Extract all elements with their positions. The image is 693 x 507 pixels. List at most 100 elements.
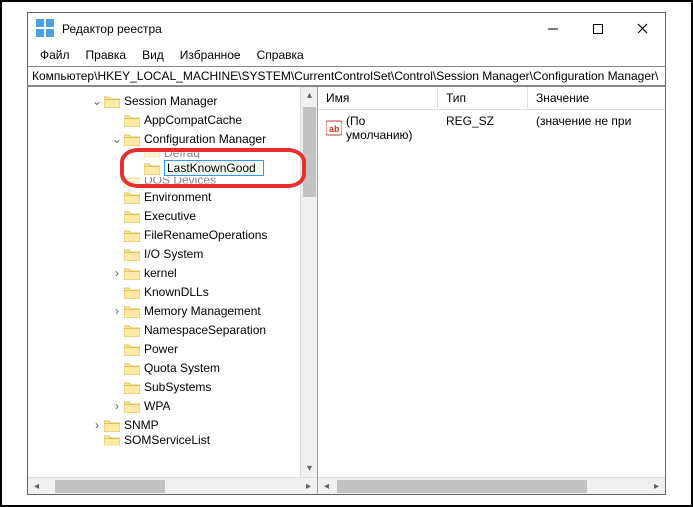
list-scrollbar-horizontal[interactable]: ◂ ▸ [318, 477, 665, 494]
scroll-thumb[interactable] [303, 107, 316, 197]
menu-help[interactable]: Справка [251, 46, 310, 64]
tree-node-configuration-manager[interactable]: ⌄ Configuration Manager [28, 129, 317, 148]
tree-node-memory-management[interactable]: › Memory Management [28, 301, 317, 320]
regsz-icon [326, 120, 342, 136]
tree-node-snmp[interactable]: › SNMP [28, 415, 317, 434]
tree-node-defrag-clipped[interactable]: Defrag [28, 148, 317, 158]
folder-icon [124, 113, 140, 127]
tree-node-kernel[interactable]: › kernel [28, 263, 317, 282]
tree-label: I/O System [144, 247, 203, 261]
maximize-button[interactable] [575, 13, 620, 44]
expand-toggle-icon[interactable]: › [110, 399, 124, 413]
expand-toggle-icon[interactable]: › [110, 304, 124, 318]
tree-node-filerenameops[interactable]: FileRenameOperations [28, 225, 317, 244]
tree-node-wpa[interactable]: › WPA [28, 396, 317, 415]
list-header: Имя Тип Значение [318, 87, 665, 110]
window-titlebar: Редактор реестра [27, 12, 666, 44]
tree-label: Quota System [144, 361, 220, 375]
expand-toggle-icon[interactable]: ⌄ [90, 94, 104, 108]
scroll-right-icon[interactable]: ▸ [300, 478, 317, 495]
scroll-left-icon[interactable]: ◂ [28, 478, 45, 495]
folder-icon [124, 342, 140, 356]
tree-node-iosystem[interactable]: I/O System [28, 244, 317, 263]
list-row[interactable]: (По умолчанию) REG_SZ (значение не при [318, 110, 665, 146]
tree-label: AppCompatCache [144, 113, 242, 127]
tree-label: Configuration Manager [144, 132, 266, 146]
tree-node-session-manager[interactable]: ⌄ Session Manager [28, 91, 317, 110]
tree-node-last-clipped[interactable]: SOMServiceList [28, 434, 317, 446]
scroll-down-icon[interactable]: ▾ [301, 460, 318, 477]
scroll-left-icon[interactable]: ◂ [318, 478, 335, 495]
scroll-thumb[interactable] [337, 480, 587, 493]
cell-value: (значение не при [528, 112, 665, 144]
app-icon [36, 19, 56, 39]
tree-node-executive[interactable]: Executive [28, 206, 317, 225]
tree-node-subsystems[interactable]: SubSystems [28, 377, 317, 396]
tree-label: SubSystems [144, 380, 211, 394]
menu-edit[interactable]: Правка [80, 46, 133, 64]
menu-favorites[interactable]: Избранное [174, 46, 247, 64]
folder-icon [104, 418, 120, 432]
expand-toggle-icon[interactable]: ⌄ [110, 132, 124, 146]
tree-label: DOS Devices [144, 177, 216, 187]
tree-label: Power [144, 342, 178, 356]
rename-input[interactable] [164, 160, 264, 176]
scroll-thumb[interactable] [55, 480, 165, 493]
folder-icon [124, 190, 140, 204]
scroll-right-icon[interactable]: ▸ [648, 478, 665, 495]
folder-icon [144, 148, 160, 158]
tree-node-rename[interactable] [28, 158, 317, 177]
menu-file[interactable]: Файл [34, 46, 76, 64]
col-header-type[interactable]: Тип [438, 87, 528, 109]
folder-icon [124, 399, 140, 413]
window-title: Редактор реестра [62, 22, 530, 36]
tree-label: kernel [144, 266, 177, 280]
folder-icon [124, 177, 140, 187]
tree-label: Environment [144, 190, 211, 204]
tree-node-knowndlls[interactable]: KnownDLLs [28, 282, 317, 301]
tree-scrollbar-vertical[interactable]: ▴ ▾ [300, 87, 317, 477]
col-header-name[interactable]: Имя [318, 87, 438, 109]
folder-icon [124, 228, 140, 242]
folder-icon [124, 285, 140, 299]
tree-label: FileRenameOperations [144, 228, 267, 242]
cell-type: REG_SZ [438, 112, 528, 144]
menu-view[interactable]: Вид [136, 46, 170, 64]
expand-toggle-icon[interactable]: › [90, 418, 104, 432]
folder-icon [124, 323, 140, 337]
tree-node-power[interactable]: Power [28, 339, 317, 358]
registry-tree[interactable]: ⌄ Session Manager AppCompatCache ⌄ Confi… [28, 87, 318, 494]
col-header-value[interactable]: Значение [528, 87, 665, 109]
close-button[interactable] [620, 13, 665, 44]
address-bar[interactable]: Компьютер\HKEY_LOCAL_MACHINE\SYSTEM\Curr… [27, 66, 666, 86]
tree-node-quota-system[interactable]: Quota System [28, 358, 317, 377]
tree-label: Executive [144, 209, 196, 223]
tree-label: KnownDLLs [144, 285, 209, 299]
tree-label: Memory Management [144, 304, 261, 318]
folder-icon [144, 161, 160, 175]
folder-icon [124, 247, 140, 261]
tree-label: SOMServiceList [124, 434, 210, 446]
tree-label: WPA [144, 399, 170, 413]
minimize-button[interactable] [530, 13, 575, 44]
tree-label: NamespaceSeparation [144, 323, 266, 337]
folder-icon [104, 434, 120, 446]
expand-toggle-icon[interactable]: › [110, 266, 124, 280]
tree-node-dosdevices-clipped[interactable]: DOS Devices [28, 177, 317, 187]
cell-name: (По умолчанию) [346, 114, 430, 142]
tree-node-namespaceseparation[interactable]: NamespaceSeparation [28, 320, 317, 339]
tree-scrollbar-horizontal[interactable]: ◂ ▸ [28, 477, 317, 494]
tree-label: SNMP [124, 418, 159, 432]
main-panes: ⌄ Session Manager AppCompatCache ⌄ Confi… [27, 86, 666, 495]
menu-bar: Файл Правка Вид Избранное Справка [27, 44, 666, 66]
folder-icon [124, 304, 140, 318]
folder-icon [124, 209, 140, 223]
folder-icon [124, 380, 140, 394]
tree-label: Defrag [164, 148, 200, 158]
tree-node-environment[interactable]: Environment [28, 187, 317, 206]
tree-node-appcompatcache[interactable]: AppCompatCache [28, 110, 317, 129]
folder-icon [124, 361, 140, 375]
scroll-up-icon[interactable]: ▴ [301, 87, 318, 104]
value-list[interactable]: Имя Тип Значение (По умолчанию) REG_SZ (… [318, 87, 665, 494]
folder-icon [124, 266, 140, 280]
